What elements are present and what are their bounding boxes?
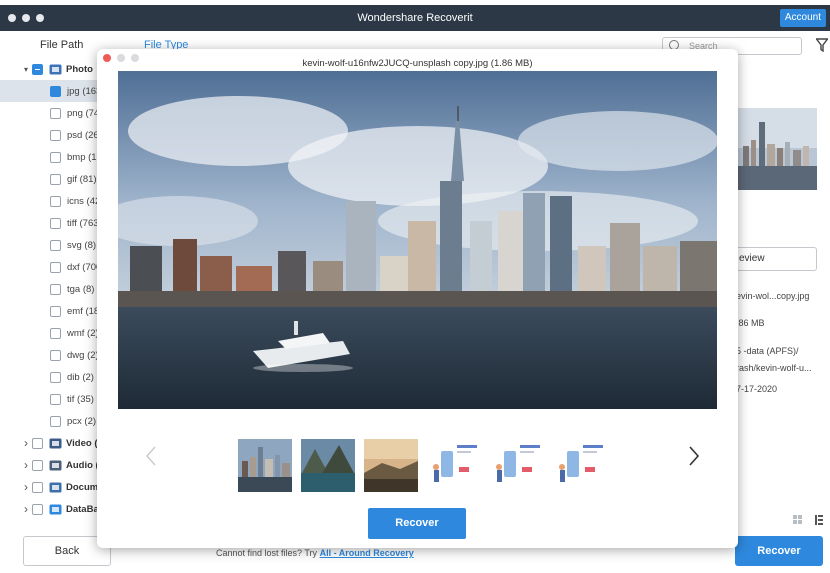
- bottom-hint: Cannot find lost files? Try All - Around…: [216, 548, 414, 558]
- chevron-right-icon[interactable]: ›: [20, 502, 32, 516]
- detail-path-line-2: rash/kevin-wolf-u...: [736, 363, 812, 373]
- checkbox[interactable]: [50, 349, 61, 361]
- list-view-icon: [815, 515, 823, 525]
- thumb-recoverit-doc-3[interactable]: [553, 439, 607, 492]
- tree-item-label: Photo: [66, 63, 93, 75]
- checkbox[interactable]: [50, 393, 61, 405]
- chevron-down-icon[interactable]: ▾: [20, 65, 32, 74]
- modal-recover-button[interactable]: Recover: [368, 508, 466, 539]
- grid-view-icon: [793, 515, 802, 524]
- checkbox[interactable]: [32, 459, 43, 471]
- preview-modal: kevin-wolf-u16nfw2JUCQ-unsplash copy.jpg…: [97, 49, 738, 548]
- tree-item-label: gif (81): [67, 173, 97, 185]
- all-around-recovery-link[interactable]: All - Around Recovery: [320, 548, 414, 558]
- tree-item-label: Docum: [66, 481, 99, 493]
- checkbox[interactable]: [50, 305, 61, 317]
- checkbox[interactable]: [50, 217, 61, 229]
- checkbox[interactable]: [50, 107, 61, 119]
- checkbox[interactable]: [32, 503, 43, 515]
- tree-item-label: Video (: [66, 437, 98, 449]
- tree-item-label: bmp (1: [67, 151, 97, 163]
- thumb-sunset-landscape[interactable]: [364, 439, 418, 492]
- filter-icon[interactable]: [816, 38, 828, 52]
- thumb-mountain-lake[interactable]: [301, 439, 355, 492]
- chevron-right-icon[interactable]: ›: [20, 458, 32, 472]
- video-folder-icon: [49, 438, 62, 448]
- checkbox[interactable]: [50, 129, 61, 141]
- thumb-city-skyline[interactable]: [238, 439, 292, 492]
- detail-date: 7-17-2020: [736, 384, 778, 394]
- tree-item-label: Audio (: [66, 459, 99, 471]
- checkbox[interactable]: [50, 239, 61, 251]
- bottom-hint-text: Cannot find lost files? Try: [216, 548, 318, 558]
- tree-item-label: tif (35): [67, 393, 94, 405]
- photo-folder-icon: [49, 64, 62, 74]
- tree-item-label: emf (18: [67, 305, 100, 317]
- detail-path-line-1: 5 -data (APFS)/: [736, 346, 799, 356]
- checkbox[interactable]: [50, 327, 61, 339]
- checkbox[interactable]: [50, 151, 61, 163]
- checkbox[interactable]: [50, 85, 61, 97]
- tree-item-label: dib (2): [67, 371, 94, 383]
- detail-file-name: evin-wol...copy.jpg: [736, 291, 810, 301]
- checkbox[interactable]: [50, 371, 61, 383]
- view-mode-toggle[interactable]: [793, 514, 823, 526]
- tree-item-label: DataBa: [66, 503, 99, 515]
- chevron-right-icon[interactable]: ›: [20, 436, 32, 450]
- next-image-arrow-icon[interactable]: [684, 444, 704, 468]
- tree-item-label: png (74: [67, 107, 100, 119]
- checkbox[interactable]: [50, 195, 61, 207]
- tree-item-label: tga (8): [67, 283, 95, 295]
- title-bar: Wondershare Recoverit Account: [0, 5, 830, 31]
- checkbox[interactable]: [50, 415, 61, 427]
- checkbox[interactable]: [50, 173, 61, 185]
- tree-item-label: wmf (2): [67, 327, 99, 339]
- tab-file-path[interactable]: File Path: [40, 39, 83, 51]
- preview-image: [118, 71, 717, 409]
- database-folder-icon: [49, 504, 62, 514]
- preview-button[interactable]: eview: [735, 247, 817, 271]
- account-button[interactable]: Account: [779, 9, 826, 27]
- tree-item-label: tiff (763: [67, 217, 99, 229]
- checkbox[interactable]: [50, 283, 61, 295]
- thumb-recoverit-doc-2[interactable]: [490, 439, 544, 492]
- selected-file-thumbnail: [737, 108, 817, 190]
- previous-image-arrow-icon[interactable]: [142, 444, 162, 468]
- checkbox[interactable]: [50, 261, 61, 273]
- tree-item-label: pcx (2): [67, 415, 97, 427]
- thumbnail-strip: [238, 439, 607, 492]
- app-title: Wondershare Recoverit: [357, 12, 473, 24]
- detail-file-size: .86 MB: [736, 318, 765, 328]
- tree-item-label: svg (8): [67, 239, 97, 251]
- thumb-recoverit-doc-1[interactable]: [427, 439, 481, 492]
- chevron-right-icon[interactable]: ›: [20, 480, 32, 494]
- recover-button[interactable]: Recover: [735, 536, 823, 566]
- checkbox[interactable]: [32, 437, 43, 449]
- modal-title: kevin-wolf-u16nfw2JUCQ-unsplash copy.jpg…: [302, 58, 533, 69]
- tree-item-label: psd (26: [67, 129, 99, 141]
- audio-folder-icon: [49, 460, 62, 470]
- document-folder-icon: [49, 482, 62, 492]
- checkbox[interactable]: [32, 63, 43, 75]
- tree-item-label: icns (42: [67, 195, 101, 207]
- tree-item-label: dwg (2): [67, 349, 99, 361]
- checkbox[interactable]: [32, 481, 43, 493]
